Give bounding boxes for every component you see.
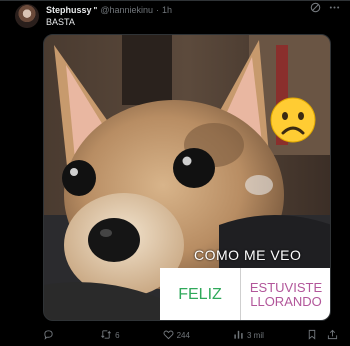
- timestamp[interactable]: 1h: [162, 5, 172, 15]
- avatar[interactable]: [15, 4, 39, 28]
- retweet-button[interactable]: 6: [100, 329, 120, 342]
- poll-option-right: ESTUVISTE LLORANDO: [241, 268, 330, 320]
- reply-button[interactable]: [43, 329, 57, 342]
- tweet-header: Stephussy " @hanniekinu · 1h: [46, 2, 340, 17]
- share-icon[interactable]: [327, 329, 338, 342]
- heart-icon: [163, 329, 174, 342]
- grok-icon[interactable]: [310, 2, 321, 15]
- display-name[interactable]: Stephussy: [46, 5, 92, 15]
- bookmark-icon[interactable]: [307, 329, 317, 342]
- header-icons: [310, 2, 340, 15]
- more-icon[interactable]: [329, 2, 340, 15]
- tweet-text: BASTA: [46, 17, 75, 27]
- like-count: 244: [176, 330, 190, 340]
- action-bar: 6 244 3 mil: [43, 328, 338, 342]
- separator: ·: [156, 5, 159, 15]
- reply-icon: [43, 329, 54, 342]
- sad-face-emoji: [270, 97, 316, 143]
- retweet-icon: [100, 329, 112, 342]
- meme-caption: COMO ME VEO: [194, 247, 302, 263]
- action-bar-right: [307, 329, 338, 342]
- tweet[interactable]: Stephussy " @hanniekinu · 1h BASTA COMO …: [0, 0, 350, 346]
- name-badge: ": [93, 5, 98, 15]
- views-count: 3 mil: [247, 330, 264, 340]
- story-poll: FELIZ ESTUVISTE LLORANDO: [160, 268, 330, 320]
- like-button[interactable]: 244: [163, 329, 190, 342]
- views-button[interactable]: 3 mil: [233, 329, 264, 342]
- tweet-media[interactable]: COMO ME VEO FELIZ ESTUVISTE LLORANDO: [43, 34, 331, 321]
- poll-option-right-line1: ESTUVISTE: [249, 280, 323, 295]
- handle[interactable]: @hanniekinu: [100, 5, 153, 15]
- poll-option-right-line2: LLORANDO: [250, 294, 322, 309]
- views-icon: [233, 329, 244, 342]
- poll-option-left: FELIZ: [160, 268, 241, 320]
- retweet-count: 6: [115, 330, 120, 340]
